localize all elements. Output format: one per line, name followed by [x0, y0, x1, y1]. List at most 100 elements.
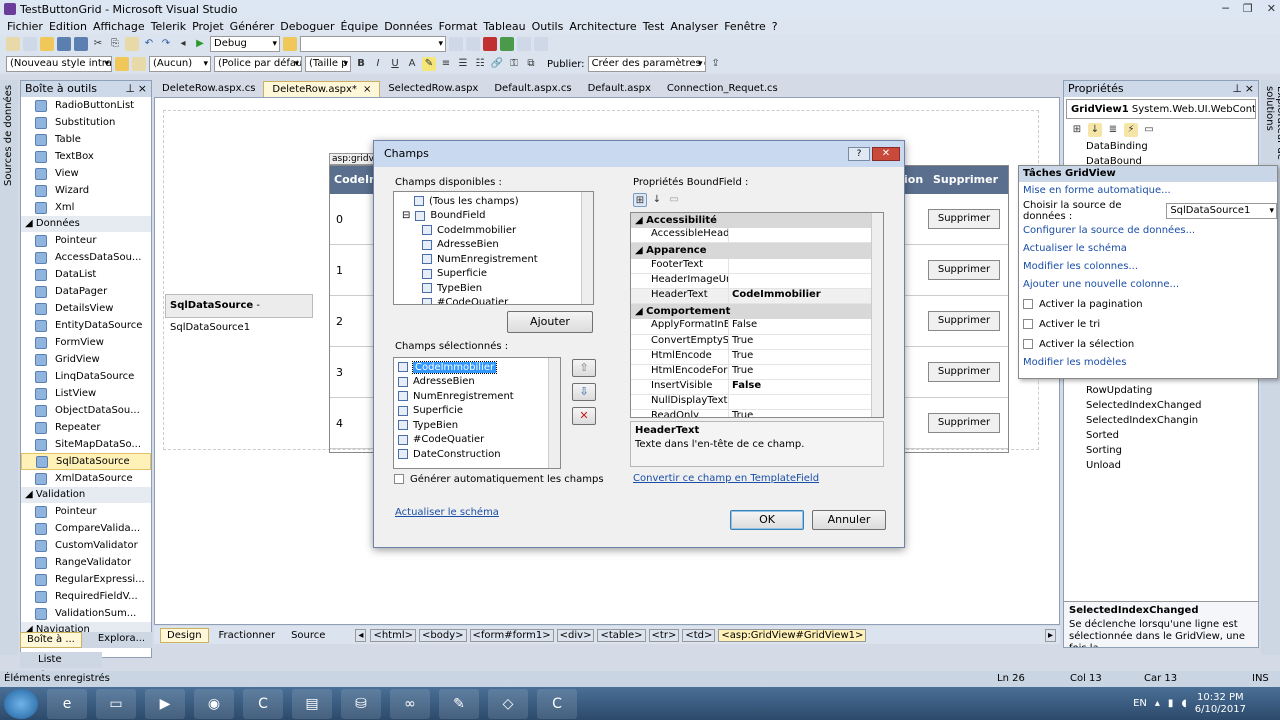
- prop-value[interactable]: True: [729, 365, 753, 379]
- font-family-select[interactable]: (Police par défaut: [214, 56, 302, 72]
- italic-icon[interactable]: I: [371, 57, 385, 71]
- cut-icon[interactable]: ✂: [91, 37, 105, 51]
- toolbox-item-sitemapdataso[interactable]: SiteMapDataSo...: [21, 436, 151, 453]
- toolbox-item-accessdatasou[interactable]: AccessDataSou...: [21, 249, 151, 266]
- close-tab-icon[interactable]: ×: [363, 84, 371, 95]
- bullets-icon[interactable]: ☰: [456, 57, 470, 71]
- menu-donnees[interactable]: Données: [381, 20, 435, 33]
- props-scrollbar[interactable]: [871, 213, 883, 417]
- toolbox-item-customvalidator[interactable]: CustomValidator: [21, 537, 151, 554]
- breadcrumb-item[interactable]: <html>: [370, 628, 416, 642]
- properties-view-icon[interactable]: ≣: [1106, 123, 1120, 137]
- breadcrumb-item[interactable]: <asp:GridView#GridView1>: [718, 628, 867, 642]
- menu-architecture[interactable]: Architecture: [566, 20, 639, 33]
- properties-icon[interactable]: [466, 37, 480, 51]
- breadcrumb-item[interactable]: <tr>: [648, 628, 680, 642]
- apply-style-icon[interactable]: [132, 57, 146, 71]
- menu-deboguer[interactable]: Deboguer: [277, 20, 337, 33]
- move-down-button[interactable]: ⇩: [572, 383, 596, 401]
- available-field-adressebien[interactable]: AdresseBien: [394, 238, 593, 253]
- toolbox-item-objectdatasou[interactable]: ObjectDataSou...: [21, 402, 151, 419]
- style-select[interactable]: (Nouveau style intrali: [6, 56, 112, 72]
- events-icon[interactable]: ⚡: [1124, 123, 1138, 137]
- prop-value[interactable]: [729, 228, 732, 242]
- start-page-icon[interactable]: [517, 37, 531, 51]
- numbering-icon[interactable]: ☷: [473, 57, 487, 71]
- breadcrumb-item[interactable]: <table>: [597, 628, 646, 642]
- delete-row-button[interactable]: Supprimer: [928, 311, 1000, 331]
- media-player-icon[interactable]: ▶: [145, 688, 185, 719]
- language-indicator[interactable]: EN: [1133, 698, 1147, 709]
- toolbox-item-xmldatasource[interactable]: XmlDataSource: [21, 470, 151, 487]
- tray-arrow-icon[interactable]: ▴: [1155, 698, 1160, 709]
- configure-datasource-link[interactable]: Configurer la source de données...: [1019, 222, 1277, 240]
- menu-equipe[interactable]: Équipe: [337, 20, 381, 33]
- menu-telerik[interactable]: Telerik: [148, 20, 189, 33]
- toolbox-item-pointeur[interactable]: Pointeur: [21, 503, 151, 520]
- prop-value[interactable]: [729, 259, 732, 273]
- event-databinding[interactable]: DataBinding: [1086, 139, 1258, 154]
- toolbox-item-rangevalidator[interactable]: RangeValidator: [21, 554, 151, 571]
- menu-test[interactable]: Test: [640, 20, 668, 33]
- event-sorted[interactable]: Sorted: [1086, 428, 1258, 443]
- toolbox-item-entitydatasource[interactable]: EntityDataSource: [21, 317, 151, 334]
- selected-field-adressebien[interactable]: AdresseBien: [394, 375, 560, 390]
- winrar-icon[interactable]: ▤: [292, 688, 332, 719]
- redo-icon[interactable]: ↷: [159, 37, 173, 51]
- toolbox-category-validation[interactable]: ◢ Validation: [21, 487, 151, 503]
- prop-row-htmlencodeformatstri[interactable]: HtmlEncodeFormatStriTrue: [631, 364, 883, 381]
- new-style-icon[interactable]: [115, 57, 129, 71]
- event-rowupdating[interactable]: RowUpdating: [1086, 383, 1258, 398]
- breadcrumb-item[interactable]: <div>: [556, 628, 595, 642]
- save-icon[interactable]: [57, 37, 71, 51]
- auto-format-link[interactable]: Mise en forme automatique...: [1019, 182, 1277, 200]
- copy-icon[interactable]: ⎘: [108, 37, 122, 51]
- toolbox-item-view[interactable]: View: [21, 165, 151, 182]
- menu-fichier[interactable]: Fichier: [4, 20, 46, 33]
- prop-row-footertext[interactable]: FooterText: [631, 258, 883, 274]
- delete-row-button[interactable]: Supprimer: [928, 413, 1000, 433]
- event-selectedindexchanged[interactable]: SelectedIndexChanged: [1086, 398, 1258, 413]
- refresh-schema-dialog-link[interactable]: Actualiser le schéma: [395, 507, 499, 518]
- menu-affichage[interactable]: Affichage: [90, 20, 148, 33]
- bold-icon[interactable]: B: [354, 57, 368, 71]
- available-field-codequatier[interactable]: #CodeQuatier: [394, 296, 593, 304]
- close-icon[interactable]: ×: [138, 81, 147, 97]
- refresh-schema-link[interactable]: Actualiser le schéma: [1019, 240, 1277, 258]
- publish-icon[interactable]: ⇪: [709, 57, 723, 71]
- property-pages-icon[interactable]: ▭: [667, 193, 681, 207]
- extension-manager-icon[interactable]: [534, 37, 548, 51]
- publish-select[interactable]: Créer des paramètres de: [587, 56, 706, 72]
- prop-row-accessibleheadertext[interactable]: AccessibleHeaderText: [631, 228, 883, 244]
- convert-templatefield-link[interactable]: Convertir ce champ en TemplateField: [633, 473, 819, 484]
- prop-row-insertvisible[interactable]: InsertVisible False: [631, 380, 883, 396]
- design-view-tab[interactable]: Design: [160, 627, 209, 643]
- available-field-boundfield[interactable]: ⊟ BoundField: [394, 209, 593, 224]
- alphabetical-icon[interactable]: ↓: [1088, 123, 1102, 137]
- paging-checkbox[interactable]: [1023, 299, 1033, 309]
- breadcrumb-prev-icon[interactable]: ◂: [355, 628, 367, 642]
- network-icon[interactable]: ▮: [1168, 698, 1174, 709]
- selected-fields-list[interactable]: CodeImmobilier AdresseBien NumEnregistreme…: [393, 357, 561, 469]
- clock-date[interactable]: 6/10/2017: [1195, 704, 1246, 716]
- prop-row-readonly[interactable]: ReadOnly True: [631, 410, 883, 417]
- boundfield-property-grid[interactable]: ◢ AccessibilitéAccessibleHeaderText◢ App…: [630, 212, 884, 418]
- find-combo[interactable]: [300, 36, 446, 52]
- prop-value[interactable]: True: [729, 410, 753, 417]
- visual-studio-taskbar-icon[interactable]: ∞: [390, 688, 430, 719]
- prop-row-nulldisplaytext[interactable]: NullDisplayText: [631, 395, 883, 411]
- toolbox-item-table[interactable]: Table: [21, 131, 151, 148]
- add-column-link[interactable]: Ajouter une nouvelle colonne...: [1019, 276, 1277, 294]
- toolbox-item-radiobuttonlist[interactable]: RadioButtonList: [21, 97, 151, 114]
- highlight-icon[interactable]: ✎: [422, 57, 436, 71]
- volume-icon[interactable]: ◖: [1181, 698, 1186, 709]
- available-field-codeimmobilier[interactable]: CodeImmobilier: [394, 223, 593, 238]
- toolbox-item-substitution[interactable]: Substitution: [21, 114, 151, 131]
- available-fields-list[interactable]: (Tous les champs) ⊟ BoundField CodeImmobili…: [393, 191, 594, 305]
- selected-field-superficie[interactable]: Superficie: [394, 404, 560, 419]
- toolbox-item-listview[interactable]: ListView: [21, 385, 151, 402]
- edit-columns-link[interactable]: Modifier les colonnes...: [1019, 258, 1277, 276]
- prop-row-htmlencode[interactable]: HtmlEncode True: [631, 349, 883, 365]
- menu-[interactable]: ?: [769, 20, 781, 33]
- toolbox-item-detailsview[interactable]: DetailsView: [21, 300, 151, 317]
